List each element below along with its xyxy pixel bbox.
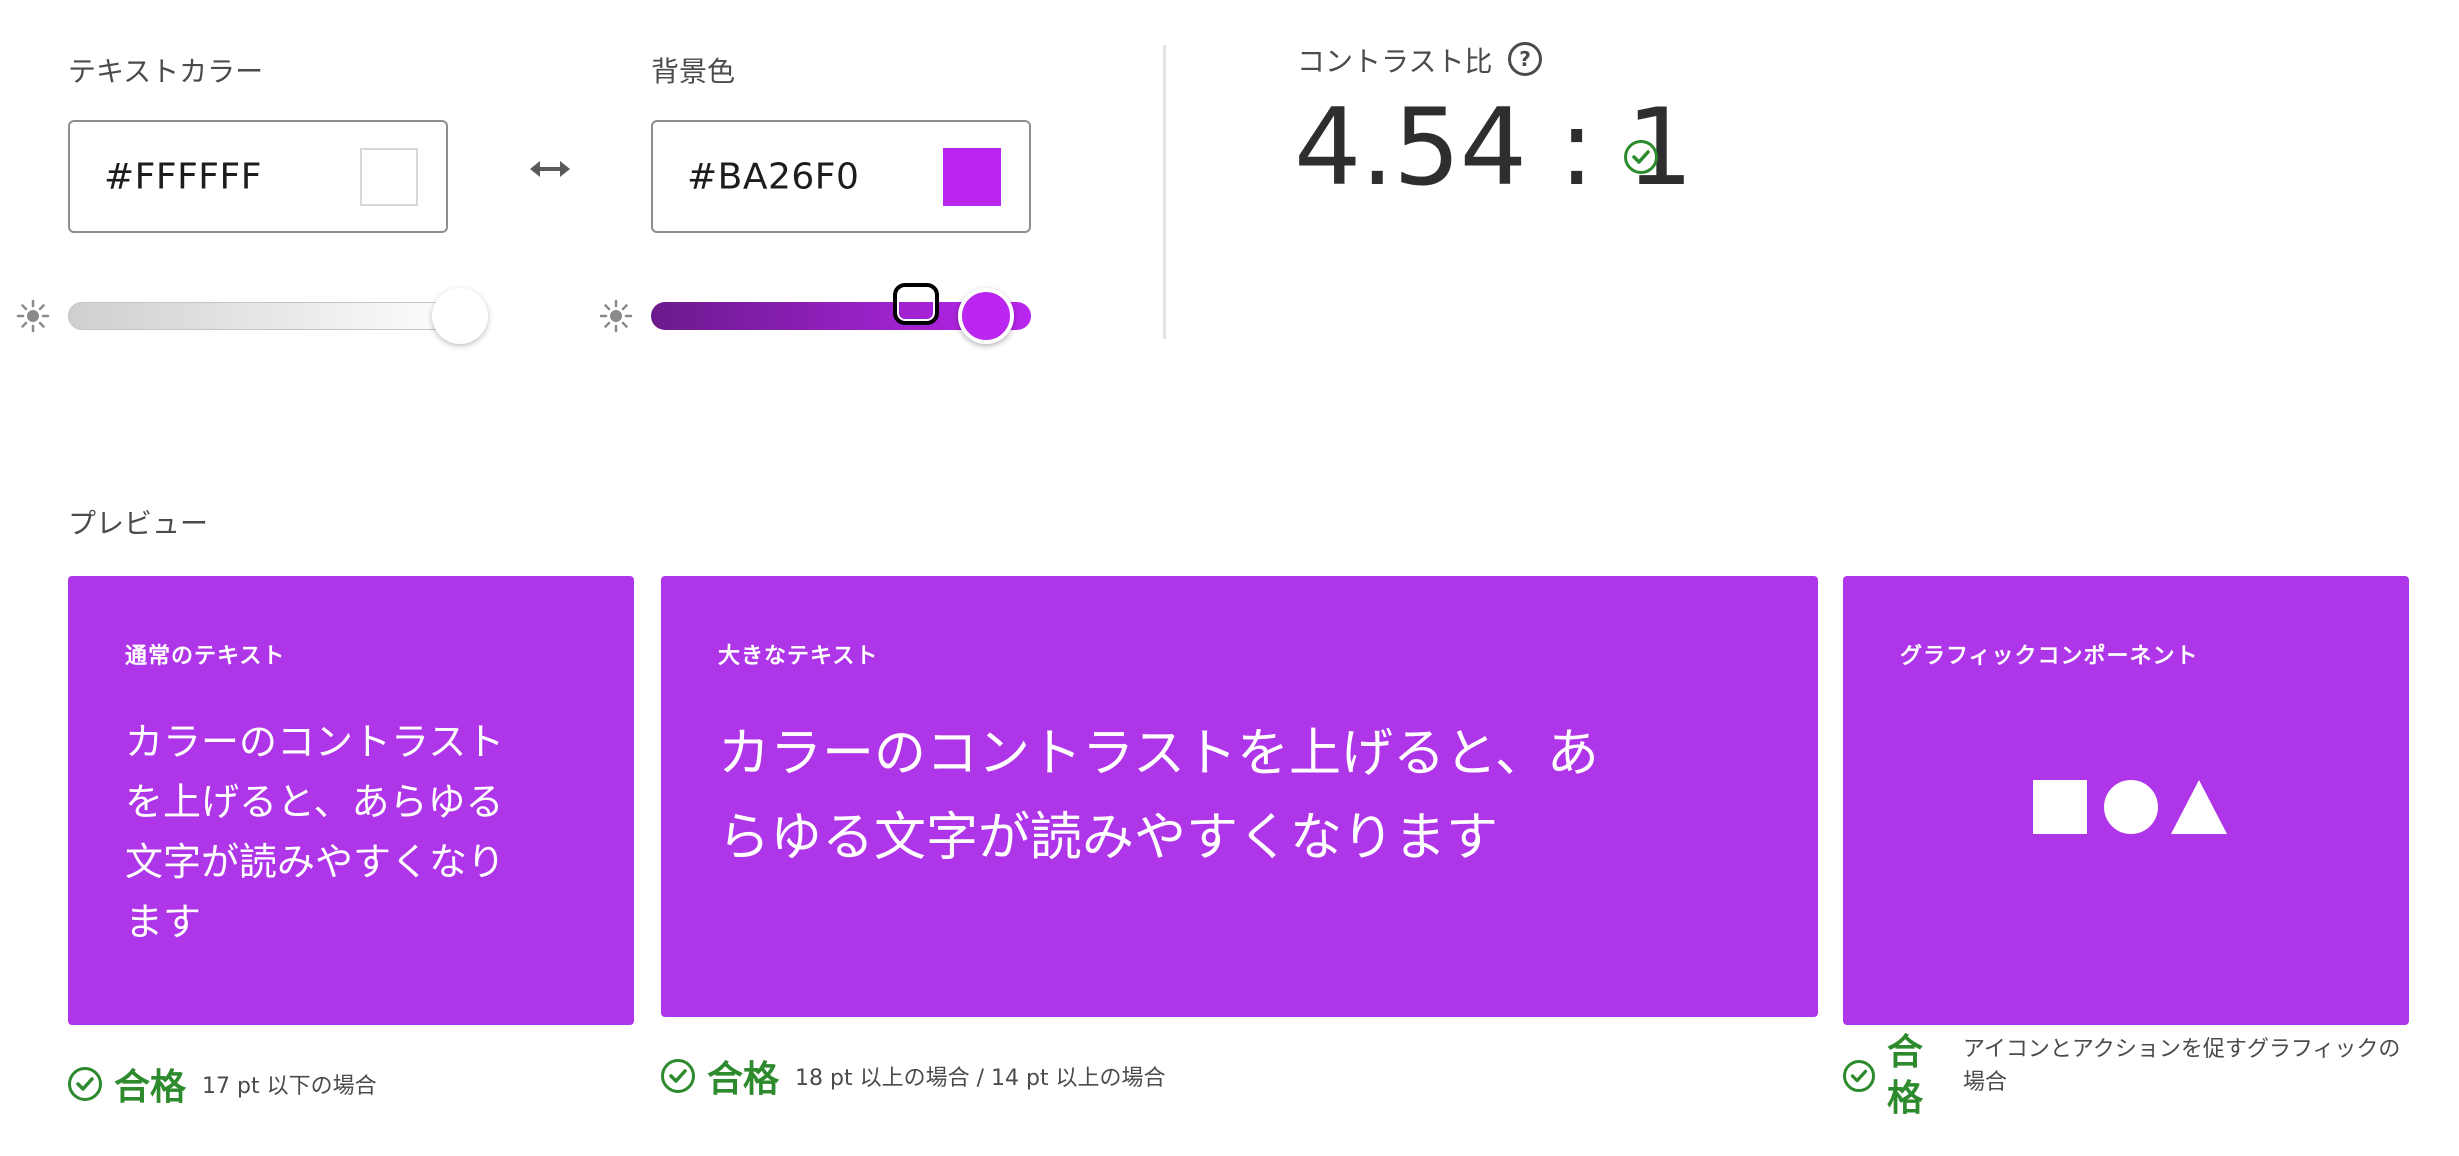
preview-label: プレビュー [68,507,209,540]
sample-line: らゆる文字が読みやすくなります [718,808,1499,868]
result-note: 18 pt 以上の場合 / 14 pt 以上の場合 [795,1066,1166,1091]
result-note-line: アイコンとアクションを促すグラフィックの [1963,1037,2401,1062]
large-text-sample: カラーのコントラストを上げると、あ らゆる文字が読みやすくなります [718,712,1599,880]
text-color-swatch[interactable] [360,147,418,206]
card-title: 通常のテキスト [125,644,286,669]
text-color-brightness-slider[interactable] [68,302,468,330]
graphic-component-card: グラフィックコンポーネント [1843,576,2409,1025]
pass-label-line: 格 [1887,1078,1924,1119]
background-color-label: 背景色 [651,55,736,88]
slider-focus-marker [893,283,939,325]
section-divider [1163,45,1166,339]
text-color-input[interactable]: #FFFFFF [68,120,448,233]
pass-label: 合格 [114,1067,187,1108]
background-color-slider-thumb[interactable] [958,288,1014,344]
shapes-graphic [2033,780,2227,834]
check-circle-icon [1624,140,1658,174]
normal-text-sample: カラーのコントラスト を上げると、あらゆる 文字が読みやすくなり ます [125,712,505,952]
pass-label-line: 合 [1887,1032,1924,1073]
circle-icon [2104,780,2158,834]
large-text-result: 合格 18 pt 以上の場合 / 14 pt 以上の場合 [661,1050,1166,1102]
text-color-hex[interactable]: #FFFFFF [104,156,262,197]
normal-text-card: 通常のテキスト カラーのコントラスト を上げると、あらゆる 文字が読みやすくなり… [68,576,634,1025]
graphic-component-result: 合 格 アイコンとアクションを促すグラフィックの 場合 [1843,1030,2400,1122]
result-note: 17 pt 以下の場合 [202,1074,377,1099]
normal-text-result: 合格 17 pt 以下の場合 [68,1058,377,1110]
double-arrow-icon[interactable] [528,150,572,188]
result-note-line: 場合 [1963,1070,2008,1095]
text-color-slider-thumb[interactable] [432,288,488,344]
background-color-swatch[interactable] [943,147,1001,206]
sample-line: カラーのコントラストを上げると、あ [718,724,1599,784]
pass-label: 合格 [707,1059,780,1100]
text-color-label: テキストカラー [68,55,264,88]
background-color-hex[interactable]: #BA26F0 [687,156,859,197]
card-title: 大きなテキスト [718,644,879,669]
help-icon[interactable]: ? [1508,42,1542,76]
check-circle-icon [1843,1060,1875,1092]
sample-line: 文字が読みやすくなり [125,840,506,884]
contrast-ratio-label: コントラスト比 [1297,45,1493,78]
square-icon [2033,780,2087,834]
sample-line: を上げると、あらゆる [125,780,504,824]
large-text-card: 大きなテキスト カラーのコントラストを上げると、あ らゆる文字が読みやすくなりま… [661,576,1818,1017]
pass-label: 合 格 [1887,1030,1923,1122]
card-title: グラフィックコンポーネント [1900,644,2199,669]
brightness-icon [599,299,633,333]
brightness-icon [16,299,50,333]
check-circle-icon [68,1067,102,1101]
check-circle-icon [661,1059,695,1093]
background-color-input[interactable]: #BA26F0 [651,120,1031,233]
sample-line: カラーのコントラスト [125,720,505,764]
triangle-icon [2171,780,2227,834]
result-note: アイコンとアクションを促すグラフィックの 場合 [1963,1033,2400,1099]
sample-line: ます [125,900,202,944]
